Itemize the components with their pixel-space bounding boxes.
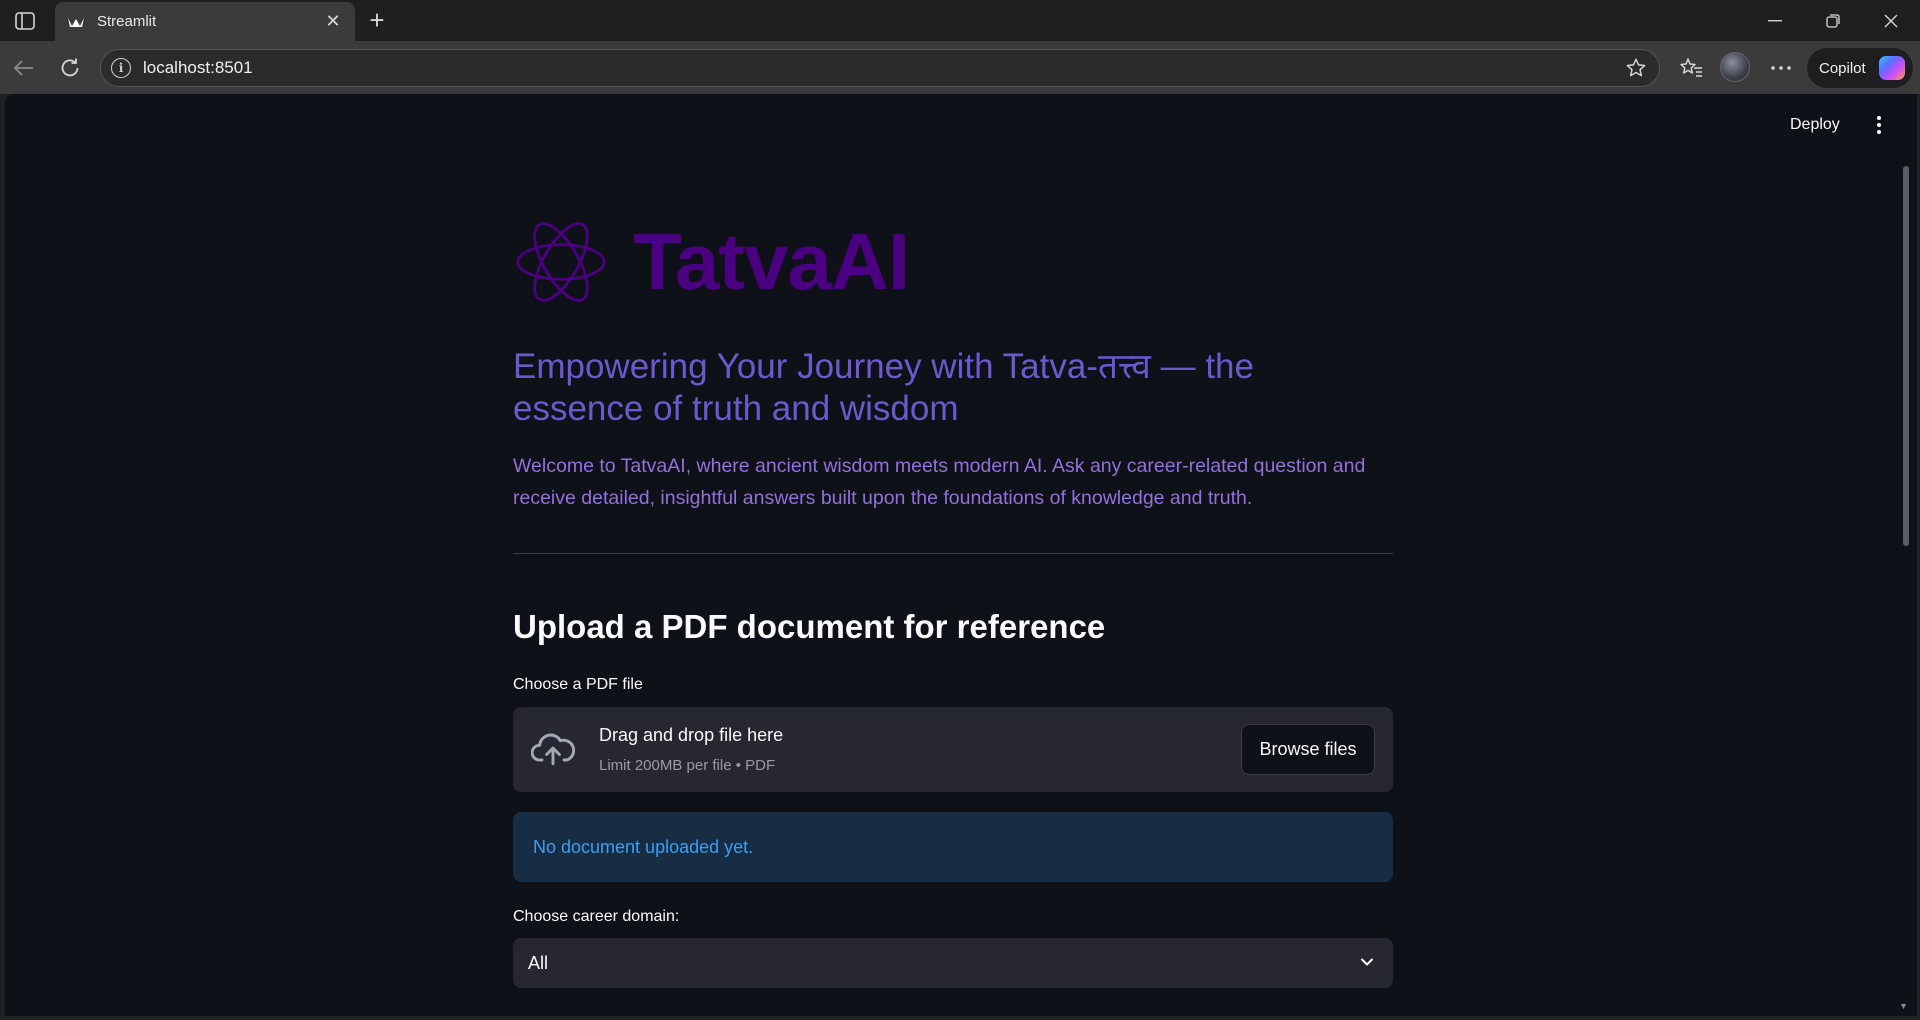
dropzone-title: Drag and drop file here [599,725,784,745]
copilot-button[interactable]: Copilot [1807,48,1913,88]
deploy-button[interactable]: Deploy [1790,116,1840,134]
brand-header: TatvaAI [513,214,910,310]
tab-title: Streamlit [97,13,157,30]
info-alert: No document uploaded yet. [513,812,1393,882]
atom-icon [516,222,606,302]
browse-files-button[interactable]: Browse files [1241,724,1375,775]
chevron-down-icon [1361,958,1373,966]
plus-icon[interactable]: + [364,7,390,34]
upload-heading: Upload a PDF document for reference [513,608,1106,645]
divider [513,553,1393,554]
star-icon[interactable] [1625,57,1647,79]
minimize-icon[interactable] [1755,8,1795,34]
career-domain-select[interactable]: All [513,938,1393,988]
streamlit-favicon-icon [67,13,85,31]
favorites-icon[interactable] [1676,53,1706,83]
dropzone-limit: Limit 200MB per file • PDF [599,757,776,774]
restore-icon[interactable] [1813,8,1853,34]
brand-name: TatvaAI [633,217,910,306]
url-text: localhost:8501 [143,58,253,77]
scrollbar-thumb[interactable] [1903,166,1909,546]
cloud-upload-icon [531,733,575,766]
scroll-down-arrow-icon[interactable]: ▼ [1899,1001,1908,1011]
back-arrow-icon[interactable] [8,53,38,83]
address-bar[interactable]: i localhost:8501 [100,49,1660,87]
main-menu-icon[interactable] [1872,114,1886,136]
copilot-label: Copilot [1819,59,1866,77]
sidebar-toggle-icon[interactable] [12,9,38,33]
refresh-icon[interactable] [55,53,85,83]
career-domain-value: All [528,952,549,973]
profile-avatar[interactable] [1720,52,1750,82]
close-window-icon[interactable] [1871,8,1911,34]
info-icon[interactable]: i [111,58,131,78]
browser-toolbar: i localhost:8501 [0,41,1920,94]
file-dropzone[interactable]: Drag and drop file here Limit 200MB per … [513,707,1393,792]
welcome-text: Welcome to TatvaAI, where ancient wisdom… [513,455,1366,509]
tab-strip: Streamlit ✕ + [0,0,1920,41]
more-icon[interactable] [1766,53,1796,83]
tagline: Empowering Your Journey with Tatva-तत्त्… [513,347,1254,428]
copilot-icon [1879,56,1905,80]
info-message: No document uploaded yet. [533,836,754,857]
file-uploader-label: Choose a PDF file [513,676,643,693]
close-icon[interactable]: ✕ [323,11,343,32]
page-viewport: Deploy ▼ TatvaAI Empowering Your Journey… [5,94,1917,1016]
career-domain-label: Choose career domain: [513,908,680,925]
browser-tab[interactable]: Streamlit ✕ [55,2,355,41]
